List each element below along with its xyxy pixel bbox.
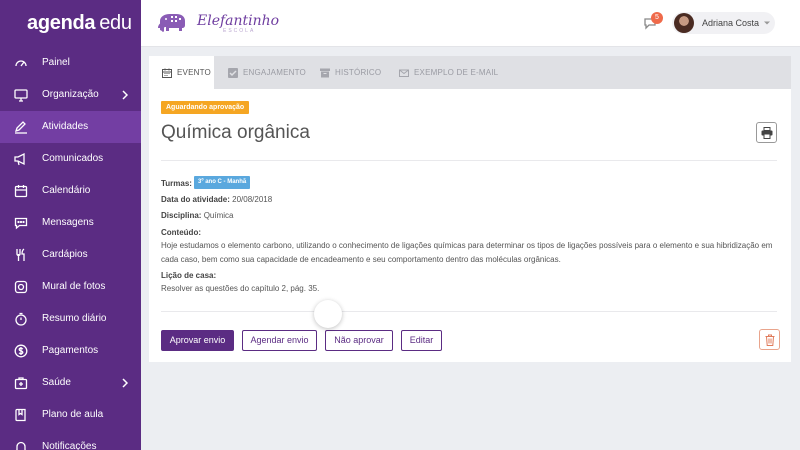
sidebar: agenda edu Painel Organização Atividades …: [0, 0, 141, 450]
trash-icon: [765, 334, 775, 346]
sidebar-item-resumo-diario[interactable]: Resumo diário: [0, 303, 141, 335]
content-label: Conteúdo:: [161, 228, 201, 237]
elephant-icon: [158, 14, 185, 32]
top-bar: Elefantinho ESCOLA 5 Adriana Costa: [141, 0, 800, 47]
content-text: Hoje estudamos o elemento carbono, utili…: [161, 241, 773, 264]
megaphone-icon: [14, 152, 25, 166]
caret-down-icon: [764, 21, 770, 25]
brand-logo[interactable]: agenda edu: [0, 0, 141, 46]
chat-icon: [14, 217, 28, 230]
chevron-right-icon: [122, 90, 129, 100]
brand-part2: edu: [99, 11, 132, 34]
tab-label: EXEMPLO DE E-MAIL: [414, 68, 499, 77]
pencil-icon: [14, 121, 27, 134]
sidebar-item-label: Plano de aula: [42, 409, 104, 420]
user-name: Adriana Costa: [702, 18, 760, 28]
bell-icon: [16, 441, 26, 450]
approve-button[interactable]: Aprovar envio: [161, 330, 234, 351]
sidebar-item-plano-de-aula[interactable]: Plano de aula: [0, 399, 141, 431]
speedometer-icon: [15, 60, 27, 67]
sidebar-item-mensagens[interactable]: Mensagens: [0, 207, 141, 239]
sidebar-item-atividades[interactable]: Atividades: [0, 111, 141, 143]
page-title: Química orgânica: [161, 122, 310, 143]
school-subtitle: ESCOLA: [223, 28, 256, 34]
date-label: Data do atividade:: [161, 195, 230, 204]
sidebar-item-label: Mural de fotos: [42, 281, 106, 292]
archive-icon: [320, 68, 330, 77]
tab-label: EVENTO: [177, 68, 211, 77]
sidebar-item-calendario[interactable]: Calendário: [0, 175, 141, 207]
camera-icon: [14, 280, 28, 294]
subject-row: Disciplina: Química: [161, 211, 233, 220]
monitor-icon: [14, 89, 28, 102]
tab-label: ENGAJAMENTO: [243, 68, 306, 77]
sidebar-item-label: Atividades: [42, 121, 89, 132]
status-badge: Aguardando aprovação: [161, 101, 250, 114]
sidebar-item-organizacao[interactable]: Organização: [0, 79, 141, 111]
date-row: Data do atividade: 20/08/2018: [161, 195, 272, 204]
sidebar-item-label: Pagamentos: [42, 345, 99, 356]
printer-icon: [761, 127, 773, 139]
envelope-icon: [399, 69, 409, 77]
divider: [161, 311, 777, 312]
school-logo[interactable]: Elefantinho ESCOLA: [157, 11, 279, 37]
cutlery-icon: [16, 248, 25, 261]
homework-label: Lição de casa:: [161, 271, 217, 280]
calendar-icon: [14, 185, 28, 198]
book-icon: [15, 408, 26, 422]
notification-count-badge[interactable]: 5: [651, 12, 663, 24]
tab-bar: EVENTO ENGAJAMENTO HISTÓRICO EXEMPLO DE …: [149, 56, 791, 89]
tab-engajamento[interactable]: ENGAJAMENTO: [228, 56, 306, 89]
stopwatch-icon: [15, 312, 27, 326]
sidebar-item-label: Comunicados: [42, 153, 104, 164]
sidebar-item-label: Painel: [42, 57, 70, 68]
brand-part1: agenda: [27, 11, 96, 34]
class-tag: 3º ano C - Manhã: [194, 176, 251, 189]
delete-button[interactable]: [759, 329, 780, 350]
tab-historico[interactable]: HISTÓRICO: [320, 56, 381, 89]
chevron-right-icon: [122, 378, 129, 388]
sidebar-item-label: Saúde: [42, 377, 71, 388]
sidebar-item-label: Mensagens: [42, 217, 94, 228]
sidebar-item-label: Organização: [42, 89, 99, 100]
dollar-icon: [14, 344, 28, 358]
classes-label: Turmas:: [161, 179, 192, 188]
sidebar-item-label: Resumo diário: [42, 313, 107, 324]
sidebar-item-label: Calendário: [42, 185, 91, 196]
activity-card: Aguardando aprovação Química orgânica Tu…: [149, 89, 791, 362]
sidebar-item-mural-de-fotos[interactable]: Mural de fotos: [0, 271, 141, 303]
touch-cursor: [314, 300, 342, 328]
tab-label: HISTÓRICO: [335, 68, 382, 77]
tab-evento[interactable]: EVENTO: [149, 56, 214, 89]
subject-label: Disciplina:: [161, 211, 202, 220]
sidebar-item-label: Cardápios: [42, 249, 88, 260]
user-menu[interactable]: Adriana Costa: [672, 12, 775, 34]
reject-button[interactable]: Não aprovar: [325, 330, 393, 351]
sidebar-item-comunicados[interactable]: Comunicados: [0, 143, 141, 175]
date-value: 20/08/2018: [232, 195, 273, 204]
sidebar-item-notificacoes[interactable]: Notificações: [0, 431, 141, 450]
divider: [161, 160, 777, 161]
schedule-button[interactable]: Agendar envio: [242, 330, 317, 351]
sidebar-item-cardapios[interactable]: Cardápios: [0, 239, 141, 271]
school-name: Elefantinho: [197, 13, 280, 29]
print-button[interactable]: [756, 122, 777, 143]
sidebar-item-label: Notificações: [42, 441, 97, 450]
edit-button[interactable]: Editar: [401, 330, 442, 351]
sidebar-item-pagamentos[interactable]: Pagamentos: [0, 335, 141, 367]
checkbox-icon: [228, 67, 238, 78]
sidebar-item-saude[interactable]: Saúde: [0, 367, 141, 399]
calendar-icon: [162, 68, 172, 78]
medical-kit-icon: [14, 377, 28, 390]
tab-exemplo-de-email[interactable]: EXEMPLO DE E-MAIL: [399, 56, 498, 89]
avatar: [674, 13, 694, 33]
subject-value: Química: [203, 211, 234, 220]
homework-text: Resolver as questões do capítulo 2, pág.…: [161, 284, 320, 293]
sidebar-item-painel[interactable]: Painel: [0, 47, 141, 79]
